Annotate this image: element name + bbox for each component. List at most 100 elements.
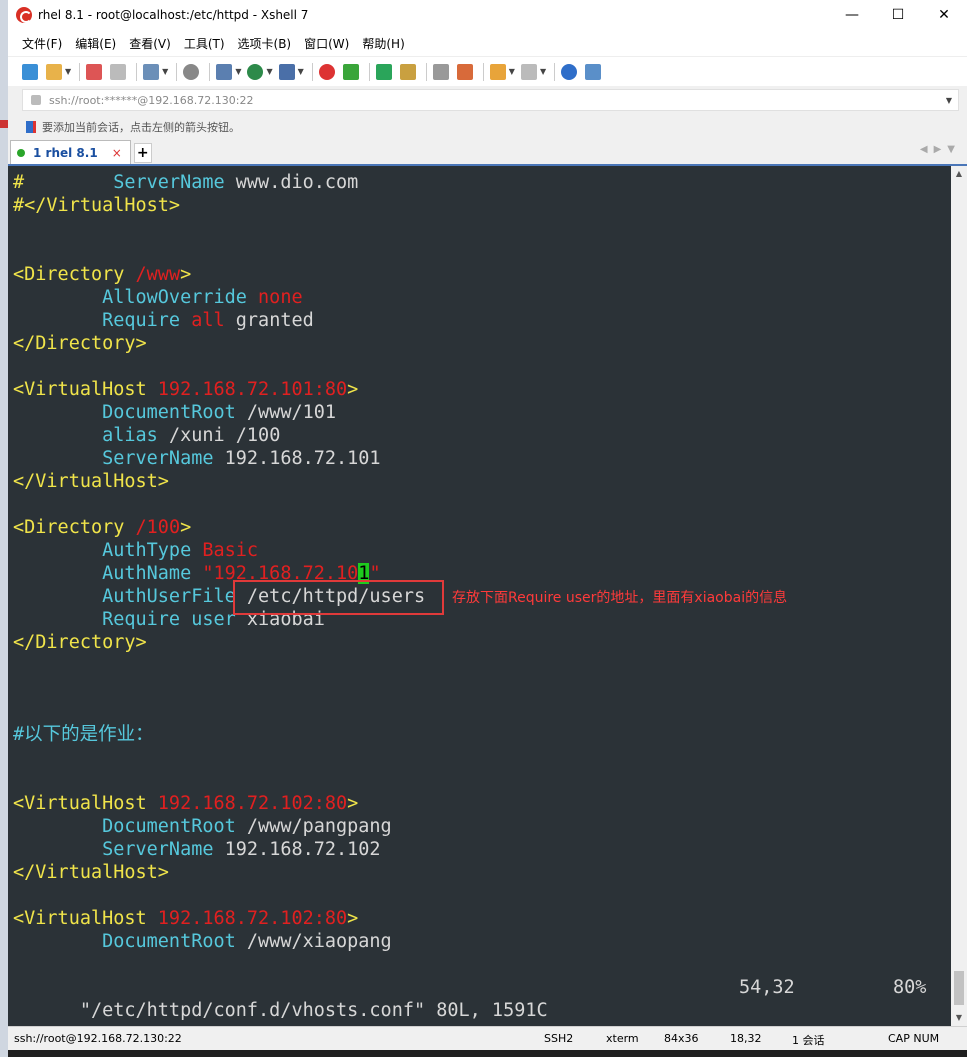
new-folder-icon[interactable]: [489, 63, 506, 80]
scroll-down-icon[interactable]: ▼: [951, 1010, 967, 1026]
terminal-text: <Directory: [13, 264, 125, 285]
toolbar-divider: [311, 62, 313, 81]
vim-scroll-percent: 80%: [893, 977, 927, 998]
vim-cursor-position: 54,32: [739, 977, 795, 998]
bookmark-icon[interactable]: [26, 121, 36, 133]
xftp-icon[interactable]: [342, 63, 359, 80]
terminal-text: 192.168.72.102:80: [157, 908, 348, 929]
vertical-scrollbar[interactable]: ▲ ▼: [951, 166, 967, 1026]
tab-bar: 1 rhel 8.1 × + ◀▶▼: [8, 140, 967, 166]
search-icon[interactable]: [183, 63, 200, 80]
terminal-line: <VirtualHost 192.168.72.102:80>: [13, 907, 425, 930]
scrollbar-thumb[interactable]: [954, 971, 964, 1005]
chevron-down-icon[interactable]: ▼: [235, 67, 241, 76]
terminal-line: <VirtualHost 192.168.72.102:80>: [13, 792, 425, 815]
window-title: rhel 8.1 - root@localhost:/etc/httpd - X…: [38, 8, 309, 22]
status-cursor: 18,32: [730, 1032, 762, 1045]
address-input[interactable]: ssh://root:******@192.168.72.130:22 ▼: [22, 89, 959, 111]
keyboard-icon[interactable]: [432, 63, 449, 80]
chevron-down-icon[interactable]: ▼: [162, 67, 168, 76]
open-folder-icon[interactable]: [46, 63, 62, 80]
minimize-button[interactable]: —: [829, 0, 875, 30]
terminal-text: DocumentRoot: [102, 402, 236, 423]
terminal-line: AllowOverride none: [13, 286, 425, 309]
terminal-text: ServerName: [102, 448, 214, 469]
scroll-up-icon[interactable]: ▲: [951, 166, 967, 182]
terminal-text: www.dio.com: [224, 172, 359, 193]
font-icon[interactable]: [278, 63, 295, 80]
terminal-line: # ServerName www.dio.com: [13, 171, 425, 194]
menu-view[interactable]: 查看(V): [129, 35, 171, 52]
help-icon[interactable]: [561, 63, 578, 80]
terminal-line: </VirtualHost>: [13, 470, 425, 493]
terminal-line: </Directory>: [13, 631, 425, 654]
new-session-icon[interactable]: [22, 63, 38, 80]
close-button[interactable]: ✕: [921, 0, 967, 30]
fullscreen-icon[interactable]: [375, 63, 392, 80]
status-protocol: SSH2: [544, 1032, 574, 1045]
chevron-down-icon[interactable]: ▼: [266, 67, 272, 76]
chevron-down-icon[interactable]: ▼: [298, 67, 304, 76]
terminal-text: <VirtualHost: [13, 379, 147, 400]
terminal-line: DocumentRoot /www/101: [13, 401, 425, 424]
terminal-text: /xuni /100: [157, 425, 281, 446]
chevron-down-icon[interactable]: ▼: [946, 96, 952, 105]
maximize-button[interactable]: ☐: [875, 0, 921, 30]
new-tab-button[interactable]: +: [133, 143, 152, 163]
menu-help[interactable]: 帮助(H): [362, 35, 404, 52]
disconnect-icon[interactable]: [110, 63, 127, 80]
reconnect-icon[interactable]: [86, 63, 103, 80]
menu-file[interactable]: 文件(F): [22, 35, 62, 52]
terminal-text: </VirtualHost>: [13, 862, 169, 883]
properties-icon[interactable]: [143, 63, 160, 80]
chevron-down-icon[interactable]: ▼: [65, 67, 71, 76]
menu-window[interactable]: 窗口(W): [304, 35, 349, 52]
window-controls: — ☐ ✕: [829, 0, 967, 30]
tab-rhel[interactable]: 1 rhel 8.1 ×: [10, 140, 131, 164]
terminal-line: ServerName 192.168.72.102: [13, 838, 425, 861]
terminal-text: #以下的是作业：: [13, 724, 154, 745]
terminal-text: DocumentRoot: [102, 931, 236, 952]
desktop-icon-fragment: [0, 120, 8, 128]
terminal-line: #</VirtualHost>: [13, 194, 425, 217]
tab-label: 1 rhel 8.1: [33, 145, 98, 160]
xshell-icon[interactable]: [318, 63, 335, 80]
tab-scroll-arrows[interactable]: ◀▶▼: [920, 144, 961, 155]
toolbar-divider: [176, 62, 178, 81]
chat-icon[interactable]: [585, 63, 602, 80]
terminal-text: ServerName: [102, 839, 214, 860]
vim-status-line: "/etc/httpd/conf.d/vhosts.conf" 80L, 159…: [13, 976, 933, 1026]
chevron-down-icon[interactable]: ▼: [540, 67, 546, 76]
terminal-text: <Directory: [13, 517, 125, 538]
terminal-line: DocumentRoot /www/pangpang: [13, 815, 425, 838]
close-tab-icon[interactable]: ×: [112, 146, 122, 160]
highlight-pen-icon[interactable]: [456, 63, 473, 80]
menu-tools[interactable]: 工具(T): [184, 35, 225, 52]
lock-icon[interactable]: [399, 63, 416, 80]
address-bar: ssh://root:******@192.168.72.130:22 ▼: [8, 86, 967, 114]
terminal-screen[interactable]: # ServerName www.dio.com #</VirtualHost> <…: [8, 166, 951, 1026]
terminal-text: >: [180, 264, 192, 285]
window-layout-icon[interactable]: [520, 63, 537, 80]
terminal-text: 192.168.72.102: [213, 839, 381, 860]
session-hint-bar: 要添加当前会话，点击左侧的箭头按钮。: [8, 114, 967, 140]
menu-edit[interactable]: 编辑(E): [75, 35, 116, 52]
desktop-background-strip: [0, 0, 8, 1057]
menu-tabs[interactable]: 选项卡(B): [238, 35, 292, 52]
layout-icon[interactable]: [216, 63, 233, 80]
globe-icon[interactable]: [247, 63, 264, 80]
terminal-text: all: [191, 310, 225, 331]
terminal-line: #以下的是作业：: [13, 723, 425, 746]
chevron-down-icon[interactable]: ▼: [509, 67, 515, 76]
terminal-text: Require user: [102, 609, 236, 630]
